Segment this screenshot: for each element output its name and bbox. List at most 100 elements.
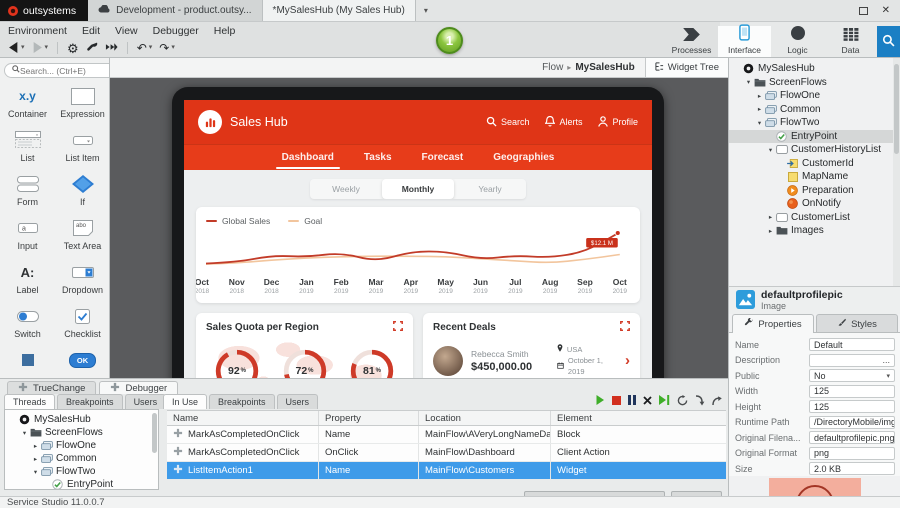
app-action-alerts[interactable]: Alerts — [545, 116, 582, 129]
toolbox-item-partial[interactable]: OK — [55, 344, 110, 378]
refresh-button[interactable] — [677, 395, 688, 409]
tree-expander-icon[interactable]: ▸ — [31, 455, 40, 463]
property-value-field[interactable]: 2.0 KB — [809, 462, 895, 475]
mode-tab-processes[interactable]: Processes — [665, 26, 718, 57]
toolbox-item-list[interactable]: List — [0, 124, 55, 168]
tree-item-flowtwo[interactable]: ▾FlowTwo — [729, 116, 900, 130]
tree-item-customerid[interactable]: CustomerId — [729, 157, 900, 171]
stop-button[interactable] — [612, 396, 621, 408]
property-value-field[interactable]: 125 — [809, 385, 895, 398]
menu-item-view[interactable]: View — [115, 25, 138, 37]
dropdown-caret-icon[interactable]: ▾ — [171, 42, 175, 54]
tree-item-screenflows[interactable]: ▾ScreenFlows — [5, 426, 158, 439]
mode-tab-interface[interactable]: Interface — [718, 26, 771, 57]
toolbox-item-input[interactable]: aInput — [0, 212, 55, 256]
app-action-search[interactable]: Search — [486, 116, 530, 129]
tab-in-use[interactable]: In Use — [163, 394, 207, 409]
tab-users[interactable]: Users — [125, 394, 167, 409]
tree-item-entrypoint[interactable]: EntryPoint — [5, 478, 158, 490]
app-tab-forecast[interactable]: Forecast — [420, 147, 466, 168]
panel-tab-debugger[interactable]: Debugger — [99, 381, 178, 394]
toolbox-item-if[interactable]: If — [55, 168, 110, 212]
recent-deals-card[interactable]: Recent Deals Rebecca Smith $4 — [423, 313, 640, 378]
usage-row[interactable]: MarkAsCompletedOnClickNameMainFlow\AVery… — [167, 426, 726, 444]
column-header-name[interactable]: Name — [167, 411, 319, 425]
close-button[interactable]: ✕ — [882, 6, 890, 16]
step-out-button[interactable] — [712, 395, 722, 409]
column-header-property[interactable]: Property — [319, 411, 419, 425]
toolbox-item-list-item[interactable]: List Item — [55, 124, 110, 168]
tab-properties[interactable]: Properties — [732, 314, 814, 333]
tree-item-customerlist[interactable]: ▸CustomerList — [729, 211, 900, 225]
forward-button[interactable]: ▾ — [32, 42, 49, 55]
module-doc-tab[interactable]: *MySalesHub (My Sales Hub) — [263, 0, 416, 21]
tree-expander-icon[interactable]: ▾ — [31, 468, 40, 476]
expand-icon[interactable] — [393, 321, 403, 334]
maximize-button[interactable] — [859, 7, 868, 15]
app-tab-geographies[interactable]: Geographies — [491, 147, 556, 168]
publish-button[interactable] — [105, 42, 118, 54]
tree-item-preparation[interactable]: Preparation — [729, 184, 900, 198]
tree-item-flowtwo[interactable]: ▾FlowTwo — [5, 465, 158, 478]
deal-list-item[interactable]: Rebecca Smith $450,000.00 USA October 1,… — [433, 344, 630, 377]
tree-expander-icon[interactable]: ▸ — [755, 105, 764, 113]
toolbox-item-form[interactable]: Form — [0, 168, 55, 212]
toggle-monthly[interactable]: Monthly — [382, 179, 454, 199]
menu-item-debugger[interactable]: Debugger — [153, 25, 199, 37]
toggle-weekly[interactable]: Weekly — [310, 179, 382, 199]
tab-users[interactable]: Users — [277, 394, 319, 409]
property-value-field[interactable]: 125 — [809, 400, 895, 413]
tree-item-mapname[interactable]: MapName — [729, 170, 900, 184]
panel-tab-truechange[interactable]: TrueChange — [7, 381, 96, 394]
tree-expander-icon[interactable]: ▾ — [20, 429, 29, 437]
widget-tree-button[interactable]: Widget Tree — [645, 58, 728, 77]
tab-breakpoints[interactable]: Breakpoints — [209, 394, 275, 409]
app-action-profile[interactable]: Profile — [598, 116, 638, 129]
tab-breakpoints[interactable]: Breakpoints — [57, 394, 123, 409]
global-search-button[interactable] — [877, 26, 900, 57]
back-button[interactable]: ▾ — [8, 42, 25, 55]
tree-expander-icon[interactable]: ▾ — [744, 78, 753, 86]
chevron-right-icon[interactable]: › — [625, 352, 630, 369]
sales-chart-widget[interactable]: Global SalesGoal $12.1 M Oct2018Nov2018D… — [196, 207, 640, 303]
property-value-field[interactable]: /DirectoryMobile/img/Dire... — [809, 416, 895, 429]
tree-item-common[interactable]: ▸Common — [5, 452, 158, 465]
toolbox-item-label[interactable]: A:Label — [0, 256, 55, 300]
toolbox-item-expression[interactable]: Expression — [55, 80, 110, 124]
tab-list-caret-icon[interactable]: ▾ — [416, 0, 436, 21]
property-value-field[interactable]: Default — [809, 338, 895, 351]
property-value-field[interactable]: No▾ — [809, 369, 895, 382]
undo-button[interactable]: ↶▾ — [137, 42, 153, 54]
toolbox-item-partial[interactable] — [0, 344, 55, 378]
toolbox-item-switch[interactable]: Switch — [0, 300, 55, 344]
menu-item-environment[interactable]: Environment — [8, 25, 67, 37]
sales-quota-card[interactable]: Sales Quota per Region 92%72%81% — [196, 313, 413, 378]
toolbox-item-container[interactable]: x.yContainer — [0, 80, 55, 124]
tree-expander-icon[interactable]: ▾ — [766, 146, 775, 154]
usage-row[interactable]: MarkAsCompletedOnClickOnClickMainFlow\Da… — [167, 444, 726, 462]
tab-threads[interactable]: Threads — [4, 394, 55, 409]
dropdown-caret-icon[interactable]: ▾ — [149, 42, 153, 54]
continue-button[interactable] — [595, 395, 605, 408]
tree-expander-icon[interactable]: ▸ — [31, 442, 40, 450]
environment-doc-tab[interactable]: Development - product.outsy... — [88, 0, 262, 21]
design-canvas[interactable]: Sales Hub SearchAlertsProfile DashboardT… — [110, 78, 728, 378]
tree-expander-icon[interactable]: ▸ — [766, 227, 775, 235]
tree-item-flowone[interactable]: ▸FlowOne — [5, 439, 158, 452]
mode-tab-logic[interactable]: Logic — [771, 26, 824, 57]
wrench-button[interactable] — [86, 41, 98, 55]
toolbox-item-dropdown[interactable]: Dropdown — [55, 256, 110, 300]
menu-item-edit[interactable]: Edit — [82, 25, 100, 37]
step-over-button[interactable] — [659, 395, 670, 408]
dropdown-caret-icon[interactable]: ▾ — [45, 42, 49, 54]
dropdown-caret-icon[interactable]: ▾ — [886, 372, 890, 380]
menu-item-help[interactable]: Help — [214, 25, 236, 37]
usage-row[interactable]: ListItemAction1NameMainFlow\CustomersWid… — [167, 462, 726, 480]
tree-item-screenflows[interactable]: ▾ScreenFlows — [729, 76, 900, 90]
tree-expander-icon[interactable]: ▾ — [755, 119, 764, 127]
tree-item-mysaleshub[interactable]: MySalesHub — [729, 62, 900, 76]
toggle-yearly[interactable]: Yearly — [454, 179, 526, 199]
pause-button[interactable] — [628, 395, 636, 408]
toolbox-item-text-area[interactable]: aboText Area — [55, 212, 110, 256]
property-value-field[interactable]: defaultprofilepic.png — [809, 431, 895, 444]
